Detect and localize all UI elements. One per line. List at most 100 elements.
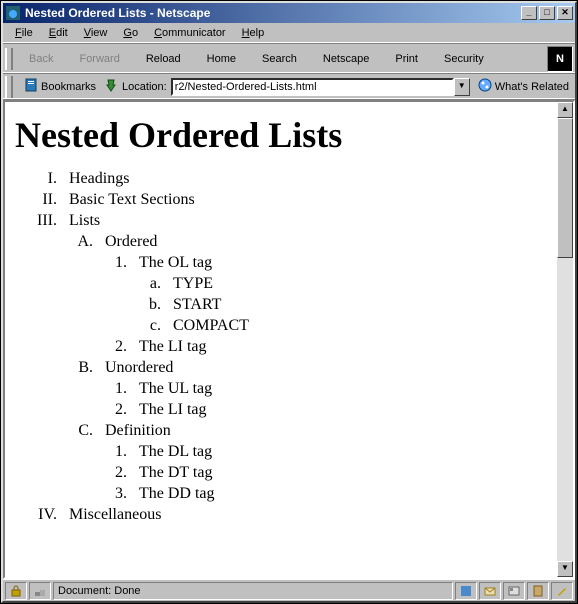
- window-controls: _ □ ✕: [521, 6, 573, 20]
- nested-list: 1. The DL tag 2. The DT tag 3. The DD tag: [101, 443, 547, 503]
- list-marker: 2.: [101, 338, 127, 356]
- news-component-icon[interactable]: [503, 582, 525, 600]
- location-label: Location:: [122, 81, 167, 93]
- menu-file[interactable]: File: [7, 25, 41, 41]
- statusbar: Document: Done: [3, 579, 575, 601]
- location-dropdown-button[interactable]: ▼: [454, 78, 470, 96]
- address-component-icon[interactable]: [527, 582, 549, 600]
- list-item-label: Unordered: [105, 359, 173, 376]
- menu-go[interactable]: Go: [115, 25, 146, 41]
- list-marker: 2.: [101, 401, 127, 419]
- online-status-icon[interactable]: [29, 582, 51, 600]
- vertical-scrollbar[interactable]: ▲ ▼: [557, 102, 573, 577]
- list-item: 3. The DD tag: [101, 485, 547, 503]
- list-item-label: The LI tag: [139, 338, 207, 355]
- list-item-label: Lists: [69, 212, 100, 229]
- viewport: Nested Ordered Lists I.HeadingsII.Basic …: [3, 100, 575, 579]
- location-field-wrap: ▼: [171, 78, 470, 96]
- maximize-button[interactable]: □: [539, 6, 555, 20]
- list-marker: 1.: [101, 380, 127, 398]
- back-button[interactable]: Back: [17, 49, 65, 69]
- list-marker: 3.: [101, 485, 127, 503]
- throbber-icon: N: [547, 46, 573, 72]
- menu-help[interactable]: Help: [234, 25, 273, 41]
- composer-component-icon[interactable]: [551, 582, 573, 600]
- list-marker: 2.: [101, 464, 127, 482]
- mail-component-icon[interactable]: [479, 582, 501, 600]
- list-item-label: The DD tag: [139, 485, 215, 502]
- security-lock-icon[interactable]: [5, 582, 27, 600]
- list-marker: II.: [15, 191, 57, 209]
- reload-button[interactable]: Reload: [134, 49, 193, 69]
- list-item: 2. The LI tag: [101, 401, 547, 419]
- nested-list: 1. The UL tag 2. The LI tag: [101, 380, 547, 419]
- toolbar-grip[interactable]: [5, 48, 13, 70]
- nested-list-root: I.HeadingsII.Basic Text SectionsIII.List…: [15, 170, 547, 524]
- search-button[interactable]: Search: [250, 49, 309, 69]
- scroll-thumb[interactable]: [557, 118, 573, 258]
- netscape-button[interactable]: Netscape: [311, 49, 381, 69]
- netscape-app-icon: [5, 5, 21, 21]
- scroll-up-button[interactable]: ▲: [557, 102, 573, 118]
- list-item: III.ListsA.Ordered1.The OL taga.TYPEb.ST…: [15, 212, 547, 503]
- scroll-track[interactable]: [557, 118, 573, 561]
- list-item: 2. The DT tag: [101, 464, 547, 482]
- list-item: 1.The OL taga.TYPEb.STARTc.COMPACT: [101, 254, 547, 335]
- list-marker: 1.: [101, 443, 127, 461]
- minimize-button[interactable]: _: [521, 6, 537, 20]
- nav-toolbar: Back Forward Reload Home Search Netscape…: [3, 44, 575, 74]
- location-input[interactable]: [171, 78, 454, 96]
- nav-component-icon[interactable]: [455, 582, 477, 600]
- list-marker: B.: [65, 359, 93, 377]
- print-button[interactable]: Print: [383, 49, 430, 69]
- page-heading: Nested Ordered Lists: [15, 114, 547, 156]
- menu-communicator[interactable]: Communicator: [146, 25, 234, 41]
- page-body: Nested Ordered Lists I.HeadingsII.Basic …: [5, 102, 557, 577]
- nested-list: A.Ordered1.The OL taga.TYPEb.STARTc.COMP…: [65, 233, 547, 503]
- location-pin-icon: [104, 78, 118, 95]
- list-item-label: START: [173, 296, 221, 313]
- list-marker: A.: [65, 233, 93, 251]
- list-item: II. Basic Text Sections: [15, 191, 547, 209]
- list-marker: 1.: [101, 254, 127, 272]
- scroll-down-button[interactable]: ▼: [557, 561, 573, 577]
- list-item-label: COMPACT: [173, 317, 249, 334]
- app-window: Nested Ordered Lists - Netscape _ □ ✕ Fi…: [1, 1, 577, 603]
- nested-list: a. TYPE b. START c. COMPACT: [135, 275, 547, 335]
- menu-edit[interactable]: Edit: [41, 25, 76, 41]
- forward-button[interactable]: Forward: [67, 49, 131, 69]
- home-button[interactable]: Home: [195, 49, 248, 69]
- list-item-label: Miscellaneous: [69, 506, 161, 523]
- list-item: IV. Miscellaneous: [15, 506, 547, 524]
- list-item: b. START: [135, 296, 547, 314]
- close-button[interactable]: ✕: [557, 6, 573, 20]
- list-item-label: TYPE: [173, 275, 213, 292]
- list-item: 2. The LI tag: [101, 338, 547, 356]
- list-item: c. COMPACT: [135, 317, 547, 335]
- list-marker: IV.: [15, 506, 57, 524]
- list-item-label: The UL tag: [139, 380, 212, 397]
- list-marker: a.: [135, 275, 161, 293]
- related-icon: [478, 78, 492, 95]
- list-item-label: Basic Text Sections: [69, 191, 195, 208]
- whats-related-button[interactable]: What's Related: [474, 76, 573, 97]
- status-text: Document: Done: [53, 582, 453, 600]
- titlebar: Nested Ordered Lists - Netscape _ □ ✕: [3, 3, 575, 23]
- window-title: Nested Ordered Lists - Netscape: [25, 6, 521, 20]
- list-item: B. Unordered 1. The UL tag 2. The LI tag: [65, 359, 547, 419]
- bookmarks-button[interactable]: Bookmarks: [20, 76, 100, 97]
- menu-view[interactable]: View: [76, 25, 116, 41]
- list-marker: C.: [65, 422, 93, 440]
- list-marker: b.: [135, 296, 161, 314]
- list-item-label: The DT tag: [139, 464, 212, 481]
- list-marker: III.: [15, 212, 57, 230]
- list-item-label: The DL tag: [139, 443, 212, 460]
- list-item-label: Definition: [105, 422, 171, 439]
- list-marker: c.: [135, 317, 161, 335]
- locbar-grip[interactable]: [5, 76, 13, 98]
- list-item-label: Headings: [69, 170, 129, 187]
- bookmarks-label: Bookmarks: [41, 81, 96, 93]
- list-item-label: The LI tag: [139, 401, 207, 418]
- security-button[interactable]: Security: [432, 49, 496, 69]
- list-item: C. Definition 1. The DL tag 2. The DT tag 3. Th…: [65, 422, 547, 503]
